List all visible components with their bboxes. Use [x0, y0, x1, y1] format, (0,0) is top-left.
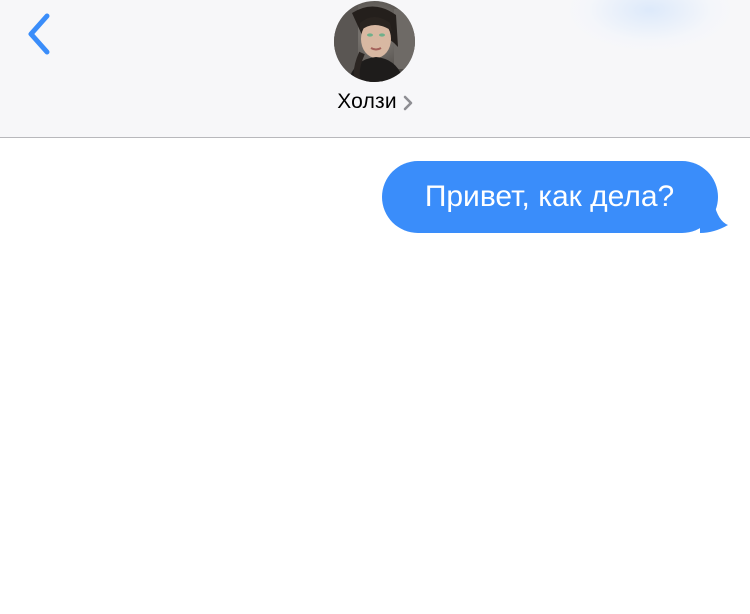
contact-name: Холзи [337, 90, 397, 113]
back-button[interactable] [14, 6, 64, 62]
message-text: Привет, как дела? [424, 180, 675, 213]
message-outgoing[interactable]: Привет, как дела? [382, 161, 728, 233]
chevron-right-icon [403, 93, 413, 111]
contact-avatar[interactable] [334, 1, 415, 82]
contact-info-button[interactable]: Холзи [0, 90, 750, 114]
bubble-tail [700, 203, 728, 233]
avatar-image [334, 1, 415, 82]
chevron-left-icon [28, 13, 50, 55]
message-bubble: Привет, как дела? [382, 161, 718, 233]
conversation-header: Холзи [0, 0, 750, 138]
header-glow [570, 0, 730, 50]
